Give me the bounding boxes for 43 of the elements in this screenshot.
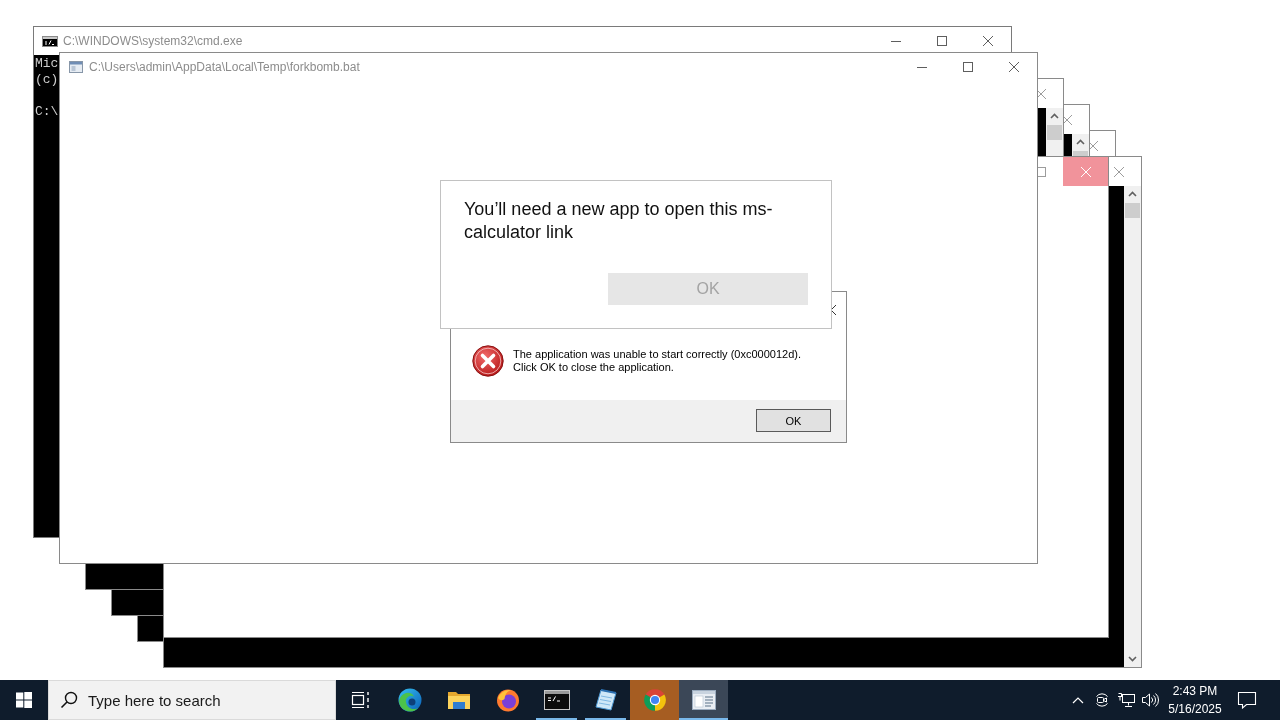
ring-logo-icon — [642, 688, 667, 712]
close-icon[interactable] — [1113, 166, 1124, 177]
console-prompt: C:\ — [35, 104, 59, 120]
folder-icon — [446, 690, 471, 710]
error-message: The application was unable to start correctly (0xc000012d). Click OK to close the application. — [513, 348, 801, 374]
swirl-icon — [397, 688, 422, 712]
maximize-icon[interactable] — [963, 62, 973, 72]
notification-icon[interactable] — [1237, 691, 1257, 709]
search-box[interactable]: Type here to search — [48, 680, 336, 720]
close-icon[interactable] — [1035, 88, 1046, 99]
chevron-up-icon[interactable] — [1072, 696, 1084, 704]
close-icon[interactable] — [1061, 114, 1072, 125]
scrollbar-thumb[interactable] — [1073, 151, 1088, 156]
close-icon — [1080, 166, 1091, 177]
error-icon — [472, 345, 504, 377]
scrollbar-thumb[interactable] — [1125, 203, 1140, 218]
console-icon — [42, 35, 58, 47]
window-icon — [691, 690, 716, 710]
taskbar-button[interactable] — [679, 680, 728, 720]
console-line: (c) — [35, 72, 59, 88]
console-line: Mic — [35, 56, 59, 72]
window-title: C:\WINDOWS\system32\cmd.exe — [63, 34, 243, 48]
close-icon[interactable] — [983, 36, 993, 46]
fox-globe-icon — [495, 688, 520, 712]
clock[interactable]: 2:43 PM 5/16/2025 — [1162, 682, 1228, 718]
window-title: C:\Users\admin\AppData\Local\Temp\forkbomb.bat — [89, 60, 360, 74]
window-icon — [69, 61, 83, 73]
network-icon[interactable] — [1117, 692, 1135, 708]
maximize-icon[interactable] — [937, 36, 947, 46]
close-icon[interactable] — [1009, 62, 1019, 72]
maximize-icon[interactable] — [1035, 166, 1046, 177]
ok-button[interactable]: OK — [756, 409, 831, 432]
windows-logo-icon — [16, 692, 32, 708]
terminal-icon — [543, 690, 570, 710]
scrollbar-thumb[interactable] — [1047, 125, 1062, 140]
volume-icon[interactable] — [1141, 692, 1159, 708]
search-icon — [60, 691, 78, 709]
close-icon[interactable] — [1087, 140, 1098, 151]
prompt-message: You’ll need a new app to open this ms-calculator link — [464, 198, 774, 244]
notepad-icon — [593, 688, 618, 712]
camera-icon[interactable] — [1094, 692, 1110, 708]
task-view-icon — [350, 691, 371, 709]
search-field[interactable]: Type here to search — [88, 691, 327, 709]
